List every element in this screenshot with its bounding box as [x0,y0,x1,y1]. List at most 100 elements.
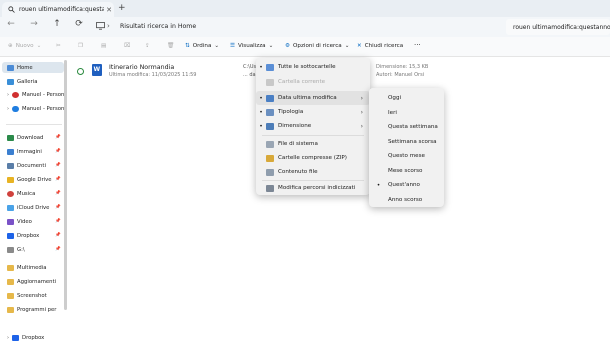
paste-icon[interactable]: ▤ [101,43,106,49]
sidebar-item-label: Dropbox [22,334,45,341]
folder-icon [7,278,14,285]
size-icon [266,122,274,130]
search-input[interactable]: rouen ultimamodifica:questanno [506,19,610,35]
bullet-icon: • [259,94,263,102]
sidebar-item-images[interactable]: Immagini 📌 [2,146,64,157]
menu-item-edit-indexed-paths[interactable]: Modifica percorsi indicizzati [256,181,370,195]
plus-circle-icon: ⊕ [8,43,13,49]
sidebar-item-video[interactable]: Video 📌 [2,216,64,227]
view-button[interactable]: ☰ Visualizza ⌄ [230,43,273,49]
folder-icon [7,306,14,313]
pin-icon: 📌 [55,219,61,224]
monitor-icon[interactable] [96,22,105,32]
address-bar: ← → ↑ ⟳ › Risultati ricerca in Home roue… [0,17,610,37]
chevron-right-icon: › [360,122,363,130]
sidebar-item-icloud[interactable]: iCloud Drive 📌 [2,202,64,213]
submenu-item-label: Settimana scorsa [388,138,437,145]
submenu-item-label: Mese scorso [388,167,423,174]
sidebar-item-label: G:\ [17,246,25,253]
submenu-item-this-week[interactable]: Questa settimana [369,120,444,135]
back-arrow-icon[interactable]: ← [4,19,18,29]
submenu-item-last-week[interactable]: Settimana scorsa [369,135,444,150]
submenu-item-today[interactable]: Oggi [369,91,444,106]
folder-icon [7,292,14,299]
pin-icon: 📌 [55,149,61,154]
sidebar-item-label: Home [17,64,33,71]
sidebar-item-programs[interactable]: Programmi per [2,304,64,315]
tab-title: rouen ultimamodifica:questan [19,6,104,13]
new-button[interactable]: ⊕ Nuovo ⌄ [8,43,41,49]
view-icon: ☰ [230,43,236,49]
close-tab-icon[interactable]: ✕ [104,6,114,14]
sidebar-item-label: Multimedia [17,264,47,271]
new-button-label: Nuovo [15,43,34,49]
menu-item-all-subfolders[interactable]: • Tutte le sottocartelle [256,60,370,74]
sidebar-item-updates[interactable]: Aggiornamenti [2,276,64,287]
submenu-item-this-month[interactable]: Questo mese [369,149,444,164]
menu-item-size[interactable]: • Dimensione › [256,119,370,133]
sidebar-item-label: iCloud Drive [17,204,50,211]
cut-icon[interactable]: ✂ [56,43,61,49]
system-file-icon [266,140,274,148]
chevron-right-icon: › [107,22,110,30]
sort-label: Ordina [192,43,212,49]
search-options-button[interactable]: ⚙ Opzioni di ricerca ⌄ [285,43,349,49]
sidebar-item-google-drive[interactable]: Google Drive 📌 [2,174,64,185]
sidebar-item-drive-g[interactable]: G:\ 📌 [2,244,64,255]
up-arrow-icon[interactable]: ↑ [50,19,64,29]
pin-icon: 📌 [55,247,61,252]
sidebar-item-dropbox[interactable]: Dropbox 📌 [2,230,64,241]
forward-arrow-icon[interactable]: → [27,19,41,29]
sidebar-item-screenshot[interactable]: Screenshot [2,290,64,301]
calendar-icon [266,94,274,102]
zip-folder-icon [266,154,274,162]
sidebar-scrollbar[interactable] [64,60,67,310]
refresh-icon[interactable]: ⟳ [72,19,86,29]
menu-item-system-files[interactable]: File di sistema [256,137,370,151]
sidebar-item-music[interactable]: Musica 📌 [2,188,64,199]
more-options-button[interactable]: ··· [414,41,421,49]
menu-item-zip-folders[interactable]: Cartelle compresse (ZIP) [256,151,370,165]
submenu-item-label: Oggi [388,95,402,102]
rename-icon[interactable]: ⌧ [124,43,130,49]
chevron-down-icon: ⌄ [36,43,42,49]
menu-item-type[interactable]: • Tipologia › [256,105,370,119]
sidebar-item-documents[interactable]: Documenti 📌 [2,160,64,171]
share-icon[interactable]: ⇪ [145,43,150,49]
pin-icon: 📌 [55,163,61,168]
sidebar-item-label: Dropbox [17,232,40,239]
submenu-item-this-year[interactable]: • Quest'anno [369,178,444,193]
sidebar-item-label: Video [17,218,32,225]
sidebar-item-gallery[interactable]: Galleria [2,76,64,87]
sidebar-item-home[interactable]: Home [2,62,64,73]
submenu-item-yesterday[interactable]: Ieri [369,106,444,121]
pin-icon: 📌 [55,205,61,210]
search-options-label: Opzioni di ricerca [293,43,342,49]
word-document-icon [92,64,102,76]
sidebar-item-dropbox-bottom[interactable]: › Dropbox [2,332,64,343]
sidebar-item-account-2[interactable]: › Manuel - Person [2,103,64,114]
tab-search-results[interactable]: rouen ultimamodifica:questan ✕ [2,2,114,17]
result-file-name[interactable]: Itinerario Normandia [109,64,174,71]
submenu-item-last-month[interactable]: Mese scorso [369,164,444,179]
date-modified-submenu: Oggi Ieri Questa settimana Settimana sco… [369,88,444,207]
sidebar-item-download[interactable]: Download 📌 [2,132,64,143]
download-icon [7,134,14,141]
menu-item-file-contents[interactable]: Contenuto file [256,165,370,179]
close-search-button[interactable]: ✕ Chiudi ricerca [357,43,403,49]
breadcrumb[interactable]: Risultati ricerca in Home [120,23,196,30]
folder-icon [7,264,14,271]
new-tab-button[interactable]: + [118,3,126,13]
submenu-item-last-year[interactable]: Anno scorso [369,193,444,208]
delete-icon[interactable]: 🗑 [167,43,174,49]
menu-item-date-modified[interactable]: • Data ultima modifica › [256,91,370,105]
result-author: Autori: Manuel Orsi [376,72,425,78]
menu-item-label: File di sistema [278,141,318,147]
sort-button[interactable]: ⇅ Ordina ⌄ [185,43,219,49]
sidebar-item-account-1[interactable]: › Manuel - Person [2,89,64,100]
result-size: Dimensione: 15,3 KB [376,64,429,70]
sidebar-item-multimedia[interactable]: Multimedia [2,262,64,273]
pin-icon: 📌 [55,177,61,182]
copy-icon[interactable]: ❐ [78,43,83,49]
menu-item-current-folder[interactable]: Cartella corrente [256,75,370,89]
